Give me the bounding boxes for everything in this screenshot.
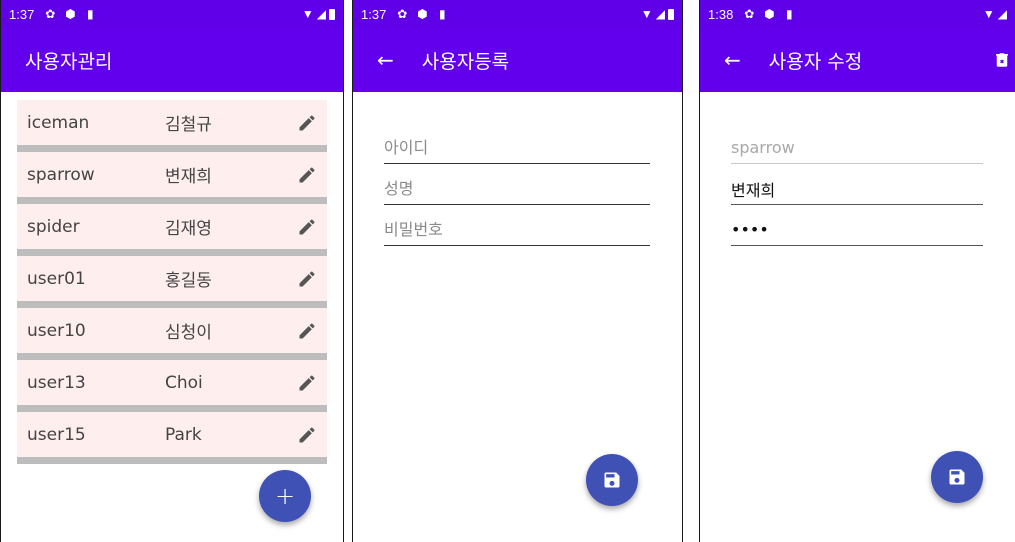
shield-icon: ⬢ xyxy=(417,7,428,21)
status-right-icons: ▼ ◢ xyxy=(983,7,1007,21)
user-name-input[interactable] xyxy=(384,179,650,198)
user-id: spider xyxy=(27,216,80,237)
user-register-screen: 1:37 ✿ ⬢ ▮ ▼ ◢ ← 사용자등록 xyxy=(352,0,683,542)
page-title: 사용자등록 xyxy=(421,50,510,73)
user-name: 김재영 xyxy=(165,219,212,239)
list-item[interactable]: sparrow 변재희 xyxy=(17,152,327,204)
user-id-field-wrapper xyxy=(731,124,983,164)
register-form xyxy=(353,92,682,246)
user-edit-screen: 1:38 ✿ ⬢ ▮ ▼ ◢ ← 사용자 수정 xyxy=(699,0,1015,542)
back-arrow-icon[interactable]: ← xyxy=(724,48,741,72)
pencil-icon[interactable] xyxy=(297,113,317,133)
pencil-icon[interactable] xyxy=(297,425,317,445)
signal-icon: ◢ xyxy=(997,7,1007,21)
password-input[interactable] xyxy=(384,220,650,239)
user-list: iceman 김철규 sparrow 변재희 spider 김재영 user01… xyxy=(1,92,343,464)
list-item[interactable]: user15 Park xyxy=(17,412,327,464)
status-right-icons: ▼ ◢ xyxy=(302,7,335,21)
password-field-wrapper xyxy=(384,206,650,246)
status-right-icons: ▼ ◢ xyxy=(641,7,674,21)
app-bar: ← 사용자등록 xyxy=(353,28,682,92)
user-id: user01 xyxy=(27,268,86,289)
floppy-disk-icon xyxy=(604,472,620,488)
user-id: sparrow xyxy=(27,164,95,185)
status-bar: 1:37 ✿ ⬢ ▮ ▼ ◢ xyxy=(353,0,682,28)
save-button[interactable] xyxy=(586,454,638,506)
battery-icon xyxy=(668,8,674,20)
list-item[interactable]: user01 홍길동 xyxy=(17,256,327,308)
back-arrow-icon[interactable]: ← xyxy=(377,48,394,72)
list-item[interactable]: user13 Choi xyxy=(17,360,327,412)
password-input[interactable] xyxy=(731,220,983,239)
edit-form xyxy=(700,92,1015,246)
wifi-icon: ▼ xyxy=(301,7,314,21)
pencil-icon[interactable] xyxy=(297,165,317,185)
floppy-disk-icon xyxy=(949,469,965,485)
pencil-icon[interactable] xyxy=(297,321,317,341)
gear-icon: ✿ xyxy=(397,7,408,21)
wifi-icon: ▼ xyxy=(640,7,653,21)
list-item[interactable]: user10 심청이 xyxy=(17,308,327,360)
sd-card-icon: ▮ xyxy=(439,7,446,21)
delete-icon[interactable] xyxy=(993,49,1011,71)
user-name: 심청이 xyxy=(165,323,212,343)
page-title: 사용자관리 xyxy=(25,50,113,73)
status-time: 1:37 xyxy=(361,6,387,22)
list-item[interactable]: iceman 김철규 xyxy=(17,100,327,152)
user-id-input[interactable] xyxy=(384,138,650,157)
app-bar: 사용자관리 xyxy=(1,28,343,92)
pencil-icon[interactable] xyxy=(297,217,317,237)
app-bar: ← 사용자 수정 xyxy=(700,28,1015,92)
shield-icon: ⬢ xyxy=(65,7,76,21)
page-title: 사용자 수정 xyxy=(768,50,863,73)
list-item[interactable]: spider 김재영 xyxy=(17,204,327,256)
user-name: 변재희 xyxy=(165,167,212,187)
status-bar: 1:38 ✿ ⬢ ▮ ▼ ◢ xyxy=(700,0,1015,28)
sd-card-icon: ▮ xyxy=(786,7,793,21)
shield-icon: ⬢ xyxy=(764,7,775,21)
wifi-icon: ▼ xyxy=(982,7,995,21)
signal-icon: ◢ xyxy=(655,7,665,21)
status-bar: 1:37 ✿ ⬢ ▮ ▼ ◢ xyxy=(1,0,343,28)
user-name: Park xyxy=(165,424,202,445)
add-user-button[interactable]: + xyxy=(259,470,311,522)
plus-icon: + xyxy=(274,482,296,510)
user-id: iceman xyxy=(27,112,90,133)
sd-card-icon: ▮ xyxy=(87,7,94,21)
pencil-icon[interactable] xyxy=(297,373,317,393)
status-time: 1:37 xyxy=(9,6,35,22)
user-id: user13 xyxy=(27,372,86,393)
save-button[interactable] xyxy=(931,451,983,503)
user-id: user10 xyxy=(27,320,86,341)
user-name-field-wrapper xyxy=(384,165,650,205)
user-name: 김철규 xyxy=(165,115,212,135)
battery-icon xyxy=(329,8,335,20)
gear-icon: ✿ xyxy=(45,7,56,21)
status-time: 1:38 xyxy=(708,6,734,22)
user-id-field-wrapper xyxy=(384,124,650,164)
password-field-wrapper xyxy=(731,206,983,246)
user-list-screen: 1:37 ✿ ⬢ ▮ ▼ ◢ 사용자관리 iceman 김철규 sparrow … xyxy=(0,0,344,542)
user-name: 홍길동 xyxy=(165,271,212,291)
signal-icon: ◢ xyxy=(316,7,326,21)
user-name-input[interactable] xyxy=(731,179,983,198)
gear-icon: ✿ xyxy=(744,7,755,21)
pencil-icon[interactable] xyxy=(297,269,317,289)
user-name: Choi xyxy=(165,372,203,393)
user-id-input xyxy=(731,138,983,157)
user-id: user15 xyxy=(27,424,86,445)
user-name-field-wrapper xyxy=(731,165,983,205)
